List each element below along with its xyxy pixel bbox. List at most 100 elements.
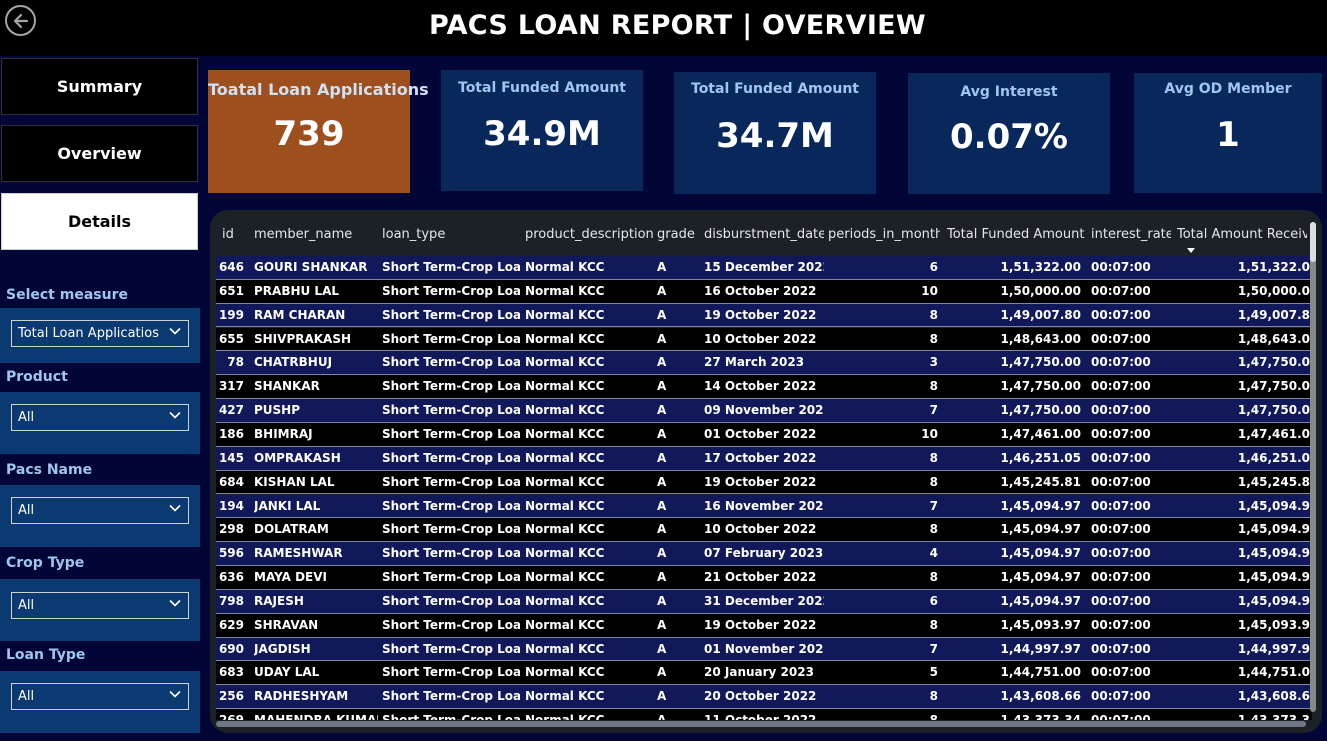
measure-dropdown[interactable]: Total Loan Applicatios bbox=[11, 320, 189, 347]
cell-total-amount-received: 1,47,750.0 bbox=[1237, 403, 1310, 418]
table-row[interactable]: 427 PUSHP Short Term-Crop Loans Normal KCC A… bbox=[216, 399, 1312, 423]
vertical-scrollbar[interactable] bbox=[1310, 222, 1316, 712]
column-header-id[interactable]: id bbox=[222, 220, 250, 254]
cell-total-amount-received: 1,45,093.9 bbox=[1237, 617, 1310, 632]
column-header-loan-type[interactable]: loan_type bbox=[382, 220, 520, 254]
column-header-member-name[interactable]: member_name bbox=[254, 220, 378, 254]
cell-product-description: Normal KCC bbox=[525, 641, 605, 656]
table-row[interactable]: 798 RAJESH Short Term-Crop Loans Normal KCC… bbox=[216, 589, 1312, 614]
sidebar: Summary Overview Details Select measure … bbox=[0, 56, 200, 741]
slicer-label: Crop Type bbox=[6, 555, 85, 571]
nav-details-button[interactable]: Details bbox=[1, 193, 198, 250]
slicer-panel: All bbox=[0, 671, 200, 733]
table-row[interactable]: 684 KISHAN LAL Short Term-Crop Loans Normal… bbox=[216, 470, 1312, 495]
nav-overview-button[interactable]: Overview bbox=[1, 125, 198, 182]
column-header-disburstment-date[interactable]: disburstment_date bbox=[704, 220, 824, 254]
table-row[interactable]: 78 CHATRBHUJ Short Term-Crop Loans Normal K… bbox=[216, 351, 1312, 376]
cell-loan-type: Short Term-Crop Loans bbox=[382, 665, 520, 680]
table-row[interactable]: 596 RAMESHWAR Short Term-Crop Loans Normal … bbox=[216, 542, 1312, 566]
cell-id: 651 bbox=[218, 283, 244, 298]
cell-loan-type: Short Term-Crop Loans bbox=[382, 617, 520, 632]
cell-total-amount-received: 1,45,245.8 bbox=[1237, 474, 1310, 489]
cell-interest-rate: 00:07:00 bbox=[1091, 593, 1151, 608]
cell-disburstment-date: 10 October 2022 bbox=[704, 522, 817, 537]
table-row[interactable]: 298 DOLATRAM Short Term-Crop Loans Normal K… bbox=[216, 518, 1312, 543]
cell-periods-in-month: 8 bbox=[929, 474, 938, 489]
cell-total-funded-amount: 1,45,245.81 bbox=[1000, 474, 1081, 489]
crop-type-dropdown[interactable]: All bbox=[11, 592, 189, 619]
table-row[interactable]: 317 SHANKAR Short Term-Crop Loans Normal KC… bbox=[216, 375, 1312, 400]
table-row[interactable]: 269 MAHENDRA KUMAR Short Term-Crop Loans No… bbox=[216, 709, 1312, 720]
cell-disburstment-date: 19 October 2022 bbox=[704, 307, 817, 322]
horizontal-scrollbar[interactable] bbox=[216, 721, 1306, 727]
cell-total-amount-received: 1,51,322.0 bbox=[1237, 260, 1310, 274]
table-row[interactable]: 256 RADHESHYAM Short Term-Crop Loans Normal… bbox=[216, 685, 1312, 710]
cell-id: 646 bbox=[218, 260, 244, 274]
table-row[interactable]: 683 UDAY LAL Short Term-Crop Loans Normal K… bbox=[216, 661, 1312, 686]
chevron-down-icon bbox=[169, 690, 181, 698]
cell-total-funded-amount: 1,50,000.00 bbox=[1000, 283, 1081, 298]
pacs-name-dropdown[interactable]: All bbox=[11, 497, 189, 524]
table-row[interactable]: 651 PRABHU LAL Short Term-Crop Loans Normal… bbox=[216, 279, 1312, 304]
cell-loan-type: Short Term-Crop Loans bbox=[382, 426, 520, 441]
slicer-label: Select measure bbox=[6, 287, 128, 303]
cell-grade: A bbox=[657, 546, 667, 561]
kpi-value: 34.9M bbox=[483, 114, 601, 154]
table-row[interactable]: 186 BHIMRAJ Short Term-Crop Loans Normal KC… bbox=[216, 422, 1312, 447]
cell-product-description: Normal KCC bbox=[525, 283, 605, 298]
title-bar: PACS LOAN REPORT | OVERVIEW bbox=[0, 0, 1327, 56]
cell-interest-rate: 00:07:00 bbox=[1091, 498, 1151, 513]
cell-interest-rate: 00:07:00 bbox=[1091, 355, 1151, 370]
vertical-scrollbar-thumb[interactable] bbox=[1310, 222, 1316, 262]
cell-periods-in-month: 8 bbox=[828, 709, 938, 720]
cell-total-amount-received: 1,45,094.9 bbox=[1237, 593, 1310, 608]
cell-member-name: JAGDISH bbox=[254, 641, 311, 656]
table-row[interactable]: 629 SHRAVAN Short Term-Crop Loans Normal KC… bbox=[216, 613, 1312, 638]
cell-loan-type: Short Term-Crop Loans bbox=[382, 641, 520, 656]
column-header-periods-in-month[interactable]: periods_in_month bbox=[828, 220, 940, 254]
loan-type-dropdown[interactable]: All bbox=[11, 683, 189, 710]
cell-member-name: SHRAVAN bbox=[254, 617, 319, 632]
slicer-label: Loan Type bbox=[6, 647, 86, 663]
cell-product-description: Normal KCC bbox=[525, 570, 605, 585]
cell-periods-in-month: 8 bbox=[929, 331, 938, 346]
cell-loan-type: Short Term-Crop Loans bbox=[382, 689, 520, 704]
table-body: 646GOURI SHANKARShort Term-Crop LoansNor… bbox=[216, 256, 1312, 720]
cell-interest-rate: 00:07:00 bbox=[1091, 641, 1151, 656]
product-dropdown[interactable]: All bbox=[11, 404, 189, 431]
slicer-panel: All bbox=[0, 392, 200, 454]
table-row[interactable]: 194 JANKI LAL Short Term-Crop Loans Normal … bbox=[216, 494, 1312, 519]
cell-periods-in-month: 8 bbox=[929, 522, 938, 537]
chevron-down-icon bbox=[169, 504, 181, 512]
table-row[interactable]: 690 JAGDISH Short Term-Crop Loans Normal KC… bbox=[216, 637, 1312, 662]
kpi-title: Total Funded Amount bbox=[458, 80, 626, 96]
cell-loan-type: Short Term-Crop Loans bbox=[382, 260, 520, 274]
cell-disburstment-date: 01 November 2022 bbox=[704, 641, 824, 656]
cell-member-name: CHATRBHUJ bbox=[254, 355, 333, 370]
cell-id: 78 bbox=[227, 355, 244, 370]
cell-loan-type: Short Term-Crop Loans bbox=[382, 570, 520, 585]
kpi-title: Avg Interest bbox=[960, 84, 1058, 100]
dropdown-value: All bbox=[18, 503, 35, 518]
column-header-total-amount-received[interactable]: Total Amount Received bbox=[1177, 220, 1307, 254]
cell-product-description: Normal KCC bbox=[525, 522, 605, 537]
table-row[interactable]: 636 MAYA DEVI Short Term-Crop Loans Normal … bbox=[216, 566, 1312, 590]
kpi-value: 0.07% bbox=[950, 117, 1068, 157]
column-header-product-description[interactable]: product_description bbox=[525, 220, 653, 254]
cell-product-description: Normal KCC bbox=[525, 403, 605, 418]
cell-id: 798 bbox=[218, 593, 244, 608]
table-row[interactable]: 655 SHIVPRAKASH Short Term-Crop Loans Norma… bbox=[216, 327, 1312, 352]
table-row[interactable]: 199 RAM CHARAN Short Term-Crop Loans Normal… bbox=[216, 303, 1312, 328]
slicer-panel: Total Loan Applicatios bbox=[0, 308, 200, 363]
cell-total-amount-received: 1,45,094.9 bbox=[1237, 498, 1310, 513]
column-header-grade[interactable]: grade bbox=[657, 220, 701, 254]
table-row[interactable]: 145 OMPRAKASH Short Term-Crop Loans Normal … bbox=[216, 446, 1312, 471]
cell-total-amount-received: 1,45,094.9 bbox=[1237, 546, 1310, 561]
cell-grade: A bbox=[657, 641, 667, 656]
column-header-interest-rate[interactable]: interest_rate bbox=[1091, 220, 1171, 254]
column-header-total-funded-amount[interactable]: Total Funded Amount bbox=[947, 220, 1085, 254]
nav-summary-button[interactable]: Summary bbox=[1, 58, 198, 115]
table-row[interactable]: 646 GOURI SHANKAR Short Term-Crop Loans Nor… bbox=[216, 256, 1312, 280]
sort-descending-icon[interactable] bbox=[1187, 248, 1195, 253]
cell-member-name: RAM CHARAN bbox=[254, 307, 346, 322]
